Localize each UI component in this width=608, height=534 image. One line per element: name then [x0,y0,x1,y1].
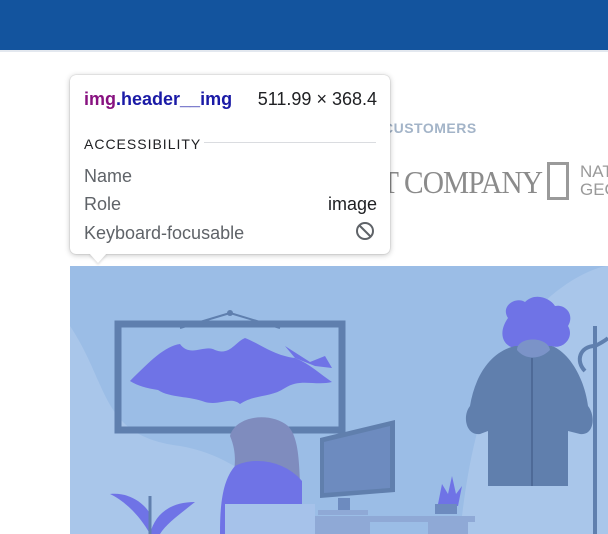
customers-heading: CUSTOMERS [383,120,477,136]
element-size: 511.99 × 368.4 [257,89,377,109]
element-class: .header__img [116,89,233,109]
nav-divider [0,50,608,52]
fast-company-logo: T COMPANY [381,164,543,200]
element-tag: img [84,89,117,109]
nat-geo-logo-frame [547,162,569,200]
section-divider [204,142,376,143]
not-allowed-icon [356,222,374,240]
role-row-label: Role [84,194,122,214]
nat-geo-logo: NAT GEO [580,162,608,199]
tooltip-arrow [89,253,107,263]
top-navigation-bar [0,0,608,50]
accessibility-section-title: ACCESSIBILITY [84,136,202,152]
header-illustration [70,266,608,534]
header-image [70,266,608,534]
name-row-label: Name [84,166,133,186]
element-selector: img.header__img [84,89,232,110]
keyboard-focusable-row-label: Keyboard-focusable [84,223,245,243]
role-row-value: image [327,194,377,214]
inspector-tooltip: img.header__img 511.99 × 368.4 ACCESSIBI… [70,75,390,254]
